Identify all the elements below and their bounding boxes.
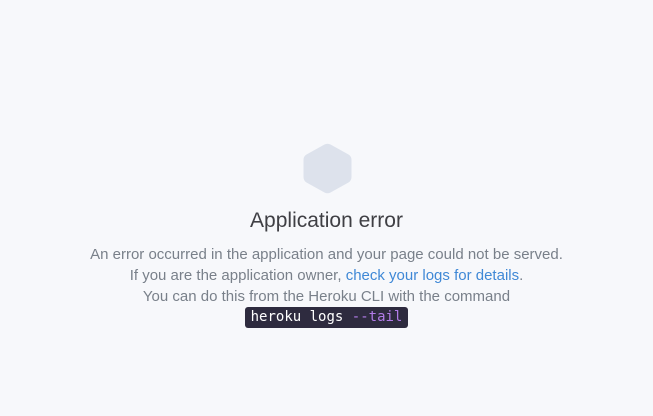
command-row: heroku logs --tail [0, 307, 653, 328]
command-base: heroku logs [250, 309, 352, 325]
error-message: An error occurred in the application and… [90, 244, 563, 307]
hexagon-icon [303, 143, 352, 194]
message-cli-hint: You can do this from the Heroku CLI with… [142, 288, 511, 305]
check-logs-link[interactable]: check your logs for details [346, 267, 519, 284]
cli-command: heroku logs --tail [244, 307, 409, 328]
error-page: Application error An error occurred in t… [0, 0, 653, 416]
page-title: Application error [250, 209, 403, 232]
command-flag: --tail [351, 309, 403, 325]
message-period: . [519, 267, 524, 284]
